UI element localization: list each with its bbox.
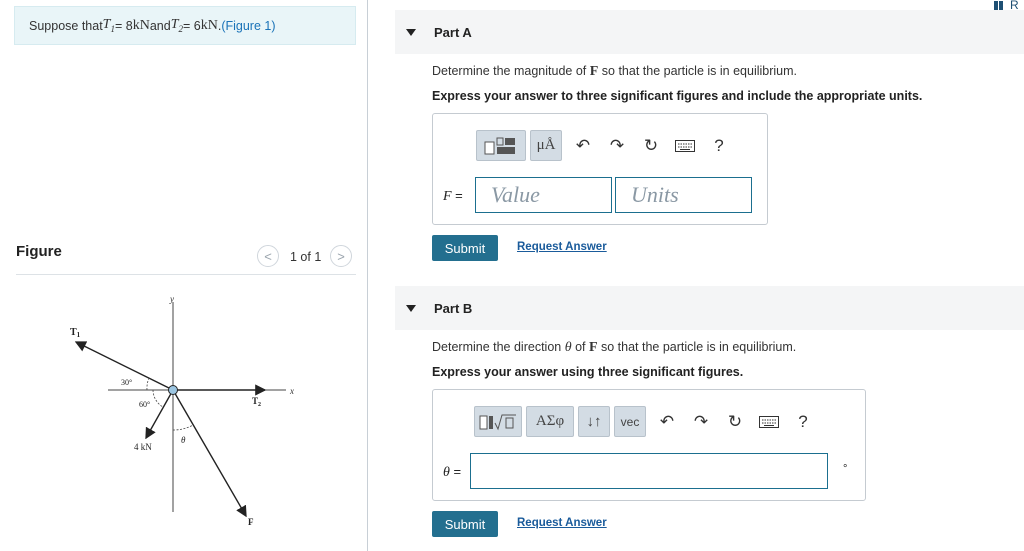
chevron-left-icon: <: [264, 248, 272, 264]
t2-unit: kN: [200, 17, 218, 33]
template-button[interactable]: [476, 130, 526, 161]
part-b-instruction: Express your answer using three signific…: [432, 365, 744, 379]
part-a-instruction: Express your answer to three significant…: [432, 89, 923, 103]
part-b-header[interactable]: Part B: [395, 286, 1024, 330]
problem-statement: Suppose that T1 = 8 kN and T2 = 6 kN . (…: [14, 6, 356, 45]
t1-label: T1: [70, 327, 81, 339]
value-input[interactable]: Value: [475, 177, 612, 213]
t1-unit: kN: [132, 17, 150, 33]
angle-30-arc: [146, 377, 150, 391]
keyboard-icon[interactable]: [668, 130, 702, 161]
template-icon: [484, 137, 515, 154]
figure-header: Figure < 1 of 1 >: [16, 241, 356, 275]
part-b-request-answer-link[interactable]: Request Answer: [517, 517, 607, 529]
x-axis-label: x: [289, 386, 294, 396]
part-a-header[interactable]: Part A: [395, 10, 1024, 54]
part-a-title: Part A: [434, 24, 472, 40]
t2-label: T2: [252, 396, 261, 408]
part-a-request-answer-link[interactable]: Request Answer: [517, 241, 607, 253]
units-input[interactable]: Units: [615, 177, 752, 213]
pager-prev-button[interactable]: <: [257, 245, 279, 267]
t1-symbol: T1: [102, 17, 115, 34]
f-field-label: F =: [443, 188, 463, 204]
theta-input[interactable]: [470, 453, 828, 489]
part-a-answer-box: μÅ ↶ ↷ ↻ ? F = Value Units: [432, 113, 768, 225]
arrows-button[interactable]: ↓↑: [578, 406, 610, 437]
angle-60-arc: [152, 389, 164, 408]
theta-field-label: θ =: [443, 464, 462, 480]
f-label: F: [248, 517, 254, 527]
left-pane: Suppose that T1 = 8 kN and T2 = 6 kN . (…: [0, 0, 368, 551]
figure-link[interactable]: (Figure 1): [221, 19, 275, 33]
undo-icon[interactable]: ↶: [650, 406, 684, 437]
part-b-title: Part B: [434, 300, 473, 316]
review-icon[interactable]: [994, 1, 1004, 10]
template-sqrt-button[interactable]: [474, 406, 522, 437]
t1-value: = 8: [114, 18, 133, 33]
part-b-submit-button[interactable]: Submit: [432, 511, 498, 537]
part-b-toolbar: ΑΣφ ↓↑ vec ↶ ↷ ↻ ?: [474, 406, 820, 437]
force-diagram: y x T1 T2 4 kN F 30° 60° θ: [70, 294, 294, 527]
keyboard-icon[interactable]: [752, 406, 786, 437]
collapse-caret-icon: [406, 28, 416, 36]
help-icon[interactable]: ?: [786, 406, 820, 437]
part-b-prompt: Determine the direction θ of F so that t…: [432, 340, 797, 355]
figure-title: Figure: [16, 243, 62, 260]
chevron-right-icon: >: [337, 248, 345, 264]
f-vector: [172, 389, 247, 518]
vec-button[interactable]: vec: [614, 406, 646, 437]
help-icon[interactable]: ?: [702, 130, 736, 161]
greek-button[interactable]: ΑΣφ: [526, 406, 574, 437]
y-axis-label: y: [169, 294, 174, 304]
intro-prefix: Suppose that: [29, 18, 103, 33]
units-button[interactable]: μÅ: [530, 130, 562, 161]
pager-text: 1 of 1: [290, 250, 322, 264]
pager-next-button[interactable]: >: [330, 245, 352, 267]
part-a-prompt: Determine the magnitude of F so that the…: [432, 64, 798, 79]
review-link[interactable]: R: [1010, 0, 1019, 12]
degree-unit: °: [843, 463, 848, 475]
force-4kn-label: 4 kN: [134, 442, 152, 452]
t2-symbol: T2: [170, 17, 183, 34]
force-4kn-vector: [145, 389, 174, 440]
collapse-caret-icon: [406, 304, 416, 312]
part-a-toolbar: μÅ ↶ ↷ ↻ ?: [476, 130, 736, 161]
theta-label: θ: [181, 435, 186, 445]
pane-divider: [367, 0, 368, 551]
redo-icon[interactable]: ↷: [600, 130, 634, 161]
t2-value: = 6: [182, 18, 201, 33]
and-text: and: [149, 18, 171, 33]
theta-arc: [172, 424, 194, 431]
reset-icon[interactable]: ↻: [718, 406, 752, 437]
template-sqrt-icon: [479, 414, 516, 430]
part-b-answer-box: ΑΣφ ↓↑ vec ↶ ↷ ↻ ? θ =: [432, 389, 866, 501]
part-a-submit-button[interactable]: Submit: [432, 235, 498, 261]
particle: [168, 385, 178, 395]
redo-icon[interactable]: ↷: [684, 406, 718, 437]
angle-60-label: 60°: [139, 400, 150, 409]
undo-icon[interactable]: ↶: [566, 130, 600, 161]
angle-30-label: 30°: [121, 378, 132, 387]
reset-icon[interactable]: ↻: [634, 130, 668, 161]
